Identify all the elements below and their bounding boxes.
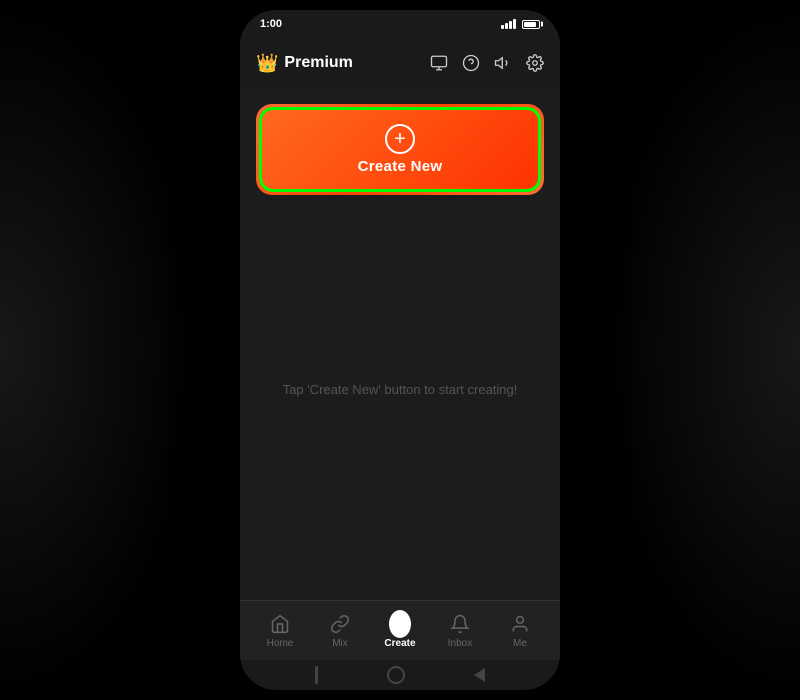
crown-icon: 👑 <box>256 53 278 74</box>
inbox-icon <box>449 613 471 635</box>
bottom-nav: Home Mix Create Inbox Me <box>240 600 560 660</box>
me-icon <box>509 613 531 635</box>
nav-me-label: Me <box>513 638 527 649</box>
empty-state: Tap 'Create New' button to start creatin… <box>283 195 518 584</box>
nav-home-label: Home <box>267 638 294 649</box>
main-content: + Create New Tap 'Create New' button to … <box>240 88 560 600</box>
nav-create-label: Create <box>384 638 415 649</box>
create-new-label: Create New <box>358 158 443 175</box>
create-icon <box>389 613 411 635</box>
nav-item-inbox[interactable]: Inbox <box>435 613 485 649</box>
nav-item-me[interactable]: Me <box>495 613 545 649</box>
status-bar: 1:00 <box>240 10 560 38</box>
nav-icons <box>430 54 544 72</box>
brand-name: Premium <box>284 54 352 72</box>
nav-inbox-label: Inbox <box>448 638 472 649</box>
status-indicators <box>501 19 540 29</box>
top-nav: 👑 Premium <box>240 38 560 88</box>
back-arrow-icon[interactable] <box>474 668 485 682</box>
create-new-button[interactable]: + Create New <box>259 107 541 192</box>
nav-item-home[interactable]: Home <box>255 613 305 649</box>
monitor-icon[interactable] <box>430 54 448 72</box>
help-icon[interactable] <box>462 54 480 72</box>
signal-icon <box>501 19 516 29</box>
battery-icon <box>522 20 540 29</box>
nav-mix-label: Mix <box>332 638 348 649</box>
nav-item-mix[interactable]: Mix <box>315 613 365 649</box>
empty-hint-text: Tap 'Create New' button to start creatin… <box>283 380 518 400</box>
gesture-line-icon <box>315 666 318 684</box>
status-time: 1:00 <box>260 18 282 30</box>
mix-icon <box>329 613 351 635</box>
settings-icon[interactable] <box>526 54 544 72</box>
volume-icon[interactable] <box>494 54 512 72</box>
create-new-wrapper: + Create New <box>256 104 544 195</box>
nav-item-create[interactable]: Create <box>375 613 425 649</box>
circle-button-icon[interactable] <box>387 666 405 684</box>
home-indicator <box>240 660 560 690</box>
plus-circle-icon: + <box>385 124 415 154</box>
brand: 👑 Premium <box>256 53 353 74</box>
phone-frame: 1:00 👑 Premium <box>240 10 560 690</box>
home-icon <box>269 613 291 635</box>
